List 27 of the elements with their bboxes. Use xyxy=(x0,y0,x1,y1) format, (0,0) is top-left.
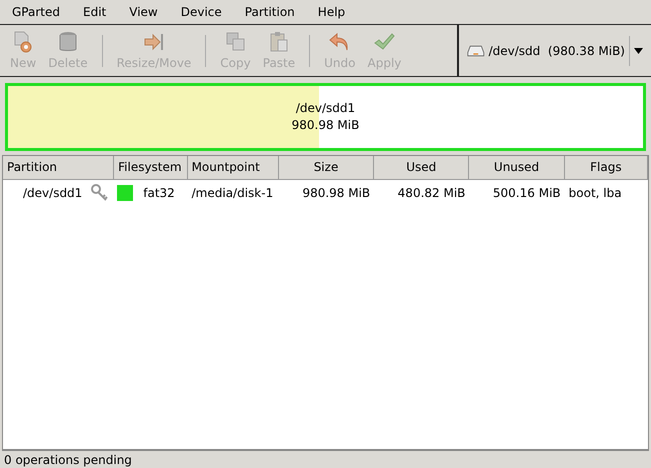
column-header[interactable]: Filesystem xyxy=(114,156,188,180)
column-header[interactable]: Partition xyxy=(3,156,114,180)
status-text: 0 operations pending xyxy=(4,452,132,468)
partition-name: /dev/sdd1 xyxy=(296,100,356,117)
menu-item[interactable]: Device xyxy=(176,3,226,21)
partition-map[interactable]: /dev/sdd1 980.98 MiB xyxy=(5,83,646,151)
table-cell-text: /dev/sdd1 xyxy=(23,185,82,202)
table-cell: 980.98 MiB xyxy=(302,186,370,200)
menu-item[interactable]: GParted xyxy=(8,3,64,21)
column-header[interactable]: Flags xyxy=(564,156,648,180)
dropdown-arrow-icon xyxy=(634,48,643,54)
partition-size: 980.98 MiB xyxy=(292,117,360,134)
menu-item[interactable]: Partition xyxy=(240,3,299,21)
device-selector[interactable]: /dev/sdd (980.38 MiB) xyxy=(459,25,651,76)
table-cell: /media/disk-1 xyxy=(192,186,274,200)
column-header[interactable]: Size xyxy=(278,156,374,180)
column-header[interactable]: Used xyxy=(374,156,470,180)
menu-item[interactable]: Edit xyxy=(79,3,110,21)
menu-item[interactable]: View xyxy=(125,3,162,21)
column-header[interactable]: Mountpoint xyxy=(188,156,279,180)
column-header[interactable]: Unused xyxy=(469,156,565,180)
table-cell: boot, lba xyxy=(568,186,622,200)
menu-item[interactable]: Help xyxy=(314,3,350,21)
table-cell-text: fat32 xyxy=(143,185,175,202)
drive-icon xyxy=(467,44,485,58)
table-cell: 480.82 MiB xyxy=(398,186,466,200)
table-cell: 500.16 MiB xyxy=(492,186,561,200)
